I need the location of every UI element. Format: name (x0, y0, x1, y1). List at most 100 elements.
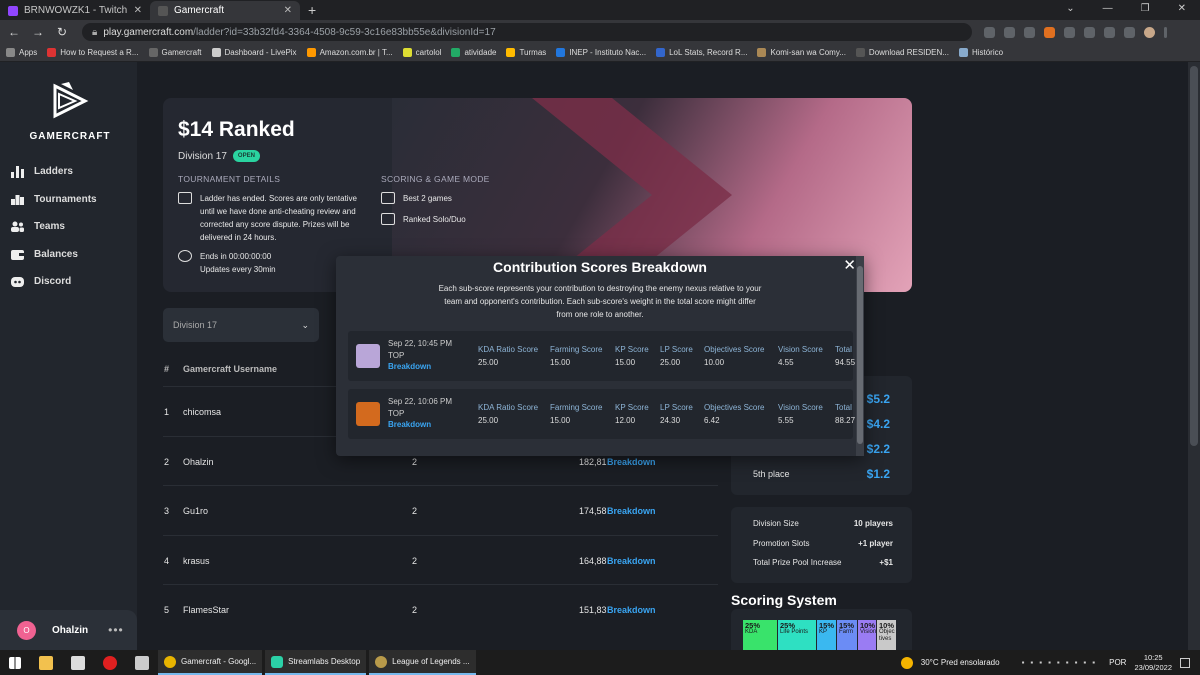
extension-icon[interactable] (1044, 26, 1055, 38)
division-select[interactable]: Division 17 ⌄ (163, 308, 319, 342)
extension-icon[interactable] (1024, 26, 1035, 38)
row-username[interactable]: Gu1ro (183, 506, 208, 516)
mode-text: Ranked Solo/Duo (403, 215, 466, 224)
bookmark-item[interactable]: cartolol (402, 48, 441, 57)
browser-tab-gamercraft[interactable]: Gamercraft ✕ (150, 1, 300, 20)
bookmark-item[interactable]: Dashboard - LivePix (211, 48, 297, 57)
row-username[interactable]: Ohalzin (183, 457, 214, 467)
page-scrollbar[interactable] (1188, 62, 1200, 650)
bookmark-item[interactable]: Turmas (506, 48, 546, 57)
taskbar-app-streamlabs[interactable]: Streamlabs Desktop (265, 650, 367, 675)
back-icon[interactable]: ← (4, 25, 24, 39)
row-username[interactable]: FlamesStar (183, 605, 229, 615)
taskbar-app-league[interactable]: League of Legends ... (369, 650, 476, 675)
bookmark-icon (451, 48, 461, 57)
discord-icon (10, 275, 24, 288)
detail-best-games: Best 2 games (381, 192, 452, 205)
modal-title: Contribution Scores Breakdown (493, 259, 707, 275)
close-window-icon[interactable]: ✕ (1178, 3, 1186, 14)
bookmark-icon (757, 48, 767, 57)
bookmark-label: Komi-san wa Comy... (770, 48, 846, 57)
weather-icon (900, 656, 913, 669)
row-username[interactable]: krasus (183, 556, 210, 566)
sidebar-nav: Ladders Tournaments Teams Balances Disco… (10, 158, 97, 296)
row-username[interactable]: chicomsa (183, 407, 221, 417)
scroll-thumb[interactable] (1190, 66, 1198, 446)
sidebar-item-discord[interactable]: Discord (10, 268, 97, 296)
tray-icons[interactable]: ▪▪▪▪▪▪▪▪▪ (1022, 658, 1102, 667)
breakdown-link[interactable]: Breakdown (607, 457, 656, 467)
score-column: Objectives Score 10.00 (704, 345, 764, 367)
score-column: KP Score 12.00 (615, 403, 649, 425)
new-tab-icon[interactable]: + (308, 2, 316, 18)
store-icon[interactable] (71, 655, 85, 670)
breakdown-link[interactable]: Breakdown (388, 362, 431, 371)
user-card[interactable]: O Ohalzin ••• (0, 610, 137, 650)
breakdown-link[interactable]: Breakdown (607, 506, 656, 516)
bar-chart-icon (10, 165, 24, 178)
lock-icon: 🔒︎ (92, 26, 98, 38)
trophy-icon (10, 193, 24, 206)
extensions-puzzle-icon[interactable] (1124, 26, 1135, 38)
bookmark-icon (656, 48, 666, 57)
sliders-icon (381, 213, 395, 225)
score-column: Objectives Score 6.42 (704, 403, 764, 425)
maximize-icon[interactable]: ❐ (1141, 3, 1150, 14)
scroll-thumb[interactable] (857, 266, 863, 444)
bookmark-item[interactable]: Amazon.com.br | T... (306, 48, 393, 57)
bookmark-item[interactable]: Histórico (958, 48, 1003, 57)
score-column: Total 88.27 (835, 403, 855, 425)
row-games: 2 (412, 605, 418, 615)
reload-icon[interactable]: ↻ (52, 25, 72, 39)
sidebar-item-tournaments[interactable]: Tournaments (10, 186, 97, 214)
chrome-icon (164, 655, 176, 668)
bookmark-star-icon[interactable] (1004, 26, 1015, 38)
app: GAMERCRAFT Ladders Tournaments Teams Bal… (0, 62, 1200, 650)
weather-text[interactable]: 30°C Pred ensolarado (921, 658, 1000, 667)
bookmark-item[interactable]: atividade (451, 48, 496, 57)
minimize-icon[interactable]: — (1103, 3, 1113, 14)
notifications-icon[interactable] (1180, 657, 1190, 668)
browser-tab-twitch[interactable]: BRNWOWZK1 - Twitch ✕ (0, 1, 150, 20)
tab-search-icon[interactable]: ⌄ (1066, 3, 1074, 14)
score-header: Total (835, 403, 852, 412)
extension-icon[interactable] (1084, 26, 1095, 38)
tab-title: BRNWOWZK1 - Twitch (24, 5, 128, 16)
user-menu-icon[interactable]: ••• (108, 623, 124, 637)
opera-icon[interactable] (103, 655, 117, 670)
match-date: Sep 22, 10:06 PM (388, 397, 453, 406)
breakdown-link[interactable]: Breakdown (607, 556, 656, 566)
menu-dots-icon[interactable] (1164, 26, 1167, 38)
close-icon[interactable]: ✕ (843, 256, 856, 274)
brand-logo[interactable]: GAMERCRAFT (15, 80, 125, 142)
modal-scrollbar[interactable] (856, 256, 864, 456)
close-tab-icon[interactable]: ✕ (284, 5, 292, 16)
bookmark-item[interactable]: Komi-san wa Comy... (757, 48, 846, 57)
extension-icon[interactable] (1104, 26, 1115, 38)
avatar: O (17, 620, 36, 640)
clock[interactable]: 10:25 23/09/2022 (1134, 653, 1172, 673)
sidebar-item-balances[interactable]: Balances (10, 241, 97, 269)
file-explorer-icon[interactable] (39, 655, 53, 670)
bookmark-item[interactable]: INEP - Instituto Nac... (556, 48, 646, 57)
bookmark-item[interactable]: How to Request a R... (47, 48, 139, 57)
share-icon[interactable] (984, 26, 995, 38)
breakdown-link[interactable]: Breakdown (607, 605, 656, 615)
forward-icon[interactable]: → (28, 25, 48, 39)
profile-avatar[interactable] (1144, 26, 1155, 38)
bookmark-item[interactable]: LoL Stats, Record R... (656, 48, 747, 57)
bookmark-item[interactable]: Download RESIDEN... (855, 48, 949, 57)
extension-icon[interactable] (1064, 26, 1075, 38)
sidebar-item-teams[interactable]: Teams (10, 213, 97, 241)
breakdown-link[interactable]: Breakdown (388, 420, 431, 429)
sidebar-item-ladders[interactable]: Ladders (10, 158, 97, 186)
close-tab-icon[interactable]: ✕ (134, 5, 142, 16)
bookmark-item[interactable]: Gamercraft (148, 48, 202, 57)
url-input[interactable]: 🔒︎ play.gamercraft.com /ladder?id=33b32f… (82, 23, 972, 41)
bookmark-item[interactable]: Apps (6, 48, 37, 57)
language-indicator[interactable]: POR (1109, 658, 1126, 667)
folder-icon[interactable] (135, 655, 149, 670)
taskbar-app-chrome[interactable]: Gamercraft - Googl... (158, 650, 263, 675)
col-username: Gamercraft Username (183, 364, 278, 374)
windows-start-icon[interactable] (9, 656, 21, 669)
